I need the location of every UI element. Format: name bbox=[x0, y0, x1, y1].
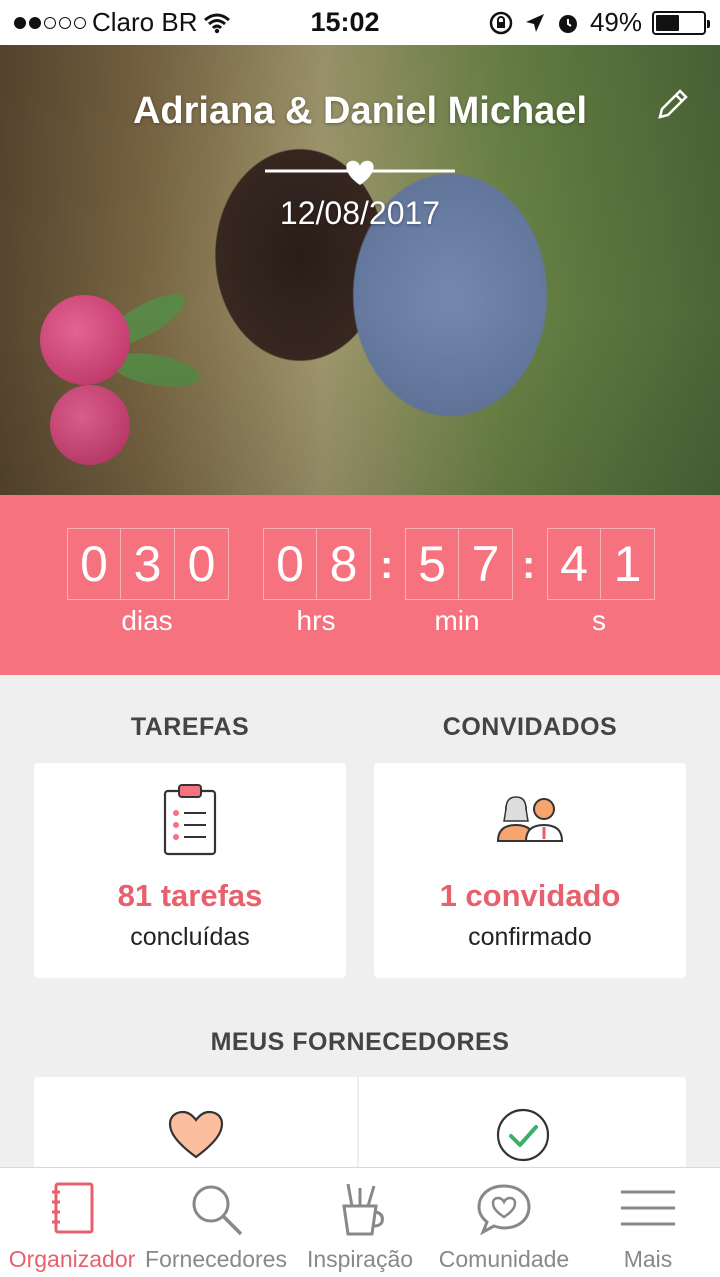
couple-icon bbox=[496, 796, 564, 842]
countdown-digit: 7 bbox=[459, 528, 513, 600]
pencil-icon[interactable] bbox=[652, 85, 692, 125]
battery-icon bbox=[652, 10, 710, 35]
guests-subtitle: confirmado bbox=[468, 923, 592, 951]
countdown-digit: 3 bbox=[121, 528, 175, 600]
countdown-digit: 5 bbox=[405, 528, 459, 600]
guests-count: 1 convidado bbox=[439, 878, 621, 913]
tasks-title: TAREFAS bbox=[130, 713, 250, 741]
alarm-icon bbox=[558, 14, 577, 33]
notebook-icon bbox=[52, 1182, 94, 1234]
pencil-cup-icon bbox=[342, 1183, 384, 1236]
tasks-subtitle: concluídas bbox=[130, 923, 250, 951]
countdown-digit: 0 bbox=[67, 528, 121, 600]
countdown-label-hours: hrs bbox=[296, 605, 336, 636]
wifi-icon bbox=[204, 13, 231, 33]
tasks-count: 81 tarefas bbox=[117, 878, 263, 913]
clipboard-checklist-icon bbox=[163, 784, 217, 856]
heart-divider-icon bbox=[265, 160, 455, 185]
couple-names: Adriana & Daniel Michael bbox=[132, 90, 587, 132]
countdown-digit: 8 bbox=[317, 528, 371, 600]
countdown-panel: 0 3 0 0 8 : 5 7 : 4 1 dias hrs min s bbox=[0, 495, 720, 675]
countdown-digit: 4 bbox=[547, 528, 601, 600]
signal-strength-icon bbox=[14, 16, 86, 29]
chat-heart-icon bbox=[477, 1184, 531, 1236]
countdown-days: 0 3 0 bbox=[67, 528, 229, 600]
countdown-label-minutes: min bbox=[434, 605, 480, 636]
check-circle-icon bbox=[496, 1108, 549, 1162]
countdown-digit: 1 bbox=[601, 528, 655, 600]
status-right: 49% bbox=[446, 7, 710, 38]
magnifier-icon bbox=[192, 1185, 243, 1236]
tab-label: Comunidade bbox=[438, 1246, 570, 1272]
status-bar: Claro BR 15:02 49% bbox=[0, 0, 720, 45]
tab-comunidade[interactable]: Comunidade bbox=[432, 1168, 576, 1277]
countdown-separator: : bbox=[380, 543, 394, 587]
carrier-name: Claro BR bbox=[92, 7, 198, 37]
tab-bar: Organizador Fornecedores Inspiração Comu… bbox=[0, 1167, 720, 1277]
location-arrow-icon bbox=[525, 13, 544, 32]
wedding-date: 12/08/2017 bbox=[279, 195, 441, 231]
countdown-seconds: 4 1 bbox=[547, 528, 655, 600]
heart-icon bbox=[168, 1110, 223, 1159]
countdown-hours: 0 8 bbox=[263, 528, 371, 600]
tab-label: Fornecedores bbox=[145, 1246, 287, 1272]
tab-label: Organizador bbox=[8, 1246, 136, 1272]
countdown-minutes: 5 7 bbox=[405, 528, 513, 600]
countdown-digit: 0 bbox=[263, 528, 317, 600]
battery-level bbox=[656, 14, 679, 31]
guests-card[interactable]: 1 convidado confirmado bbox=[374, 763, 686, 978]
tab-mais[interactable]: Mais bbox=[576, 1168, 720, 1277]
tab-inspiracao[interactable]: Inspiração bbox=[288, 1168, 432, 1277]
tab-organizador[interactable]: Organizador bbox=[0, 1168, 144, 1277]
rotation-lock-icon bbox=[489, 11, 513, 34]
tasks-card[interactable]: 81 tarefas concluídas bbox=[34, 763, 346, 978]
status-left: Claro BR bbox=[14, 7, 274, 38]
battery-percent: 49% bbox=[589, 7, 642, 37]
status-time: 15:02 bbox=[310, 7, 380, 37]
guests-title: CONVIDADOS bbox=[442, 713, 618, 741]
tab-label: Inspiração bbox=[306, 1246, 414, 1272]
hero-photo: Adriana & Daniel Michael 12/08/2017 bbox=[0, 45, 720, 495]
tab-label: Mais bbox=[623, 1246, 673, 1272]
countdown-label-days: dias bbox=[121, 605, 173, 636]
countdown-separator: : bbox=[522, 543, 536, 587]
countdown-digit: 0 bbox=[175, 528, 229, 600]
vendors-title: MEUS FORNECEDORES bbox=[210, 1028, 510, 1056]
menu-icon bbox=[621, 1190, 675, 1226]
tab-fornecedores[interactable]: Fornecedores bbox=[144, 1168, 288, 1277]
countdown-label-seconds: s bbox=[592, 605, 606, 636]
